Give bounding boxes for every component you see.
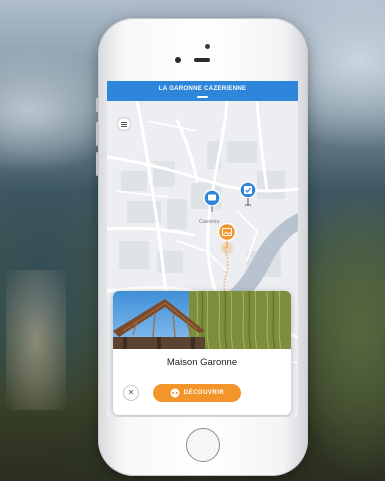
menu-button[interactable] bbox=[117, 117, 131, 131]
earpiece-speaker bbox=[194, 58, 210, 62]
phone-frame: LA GARONNE CAZERIENNE Cazères Maison Gar… bbox=[96, 18, 308, 476]
chat-marker-icon[interactable] bbox=[203, 189, 221, 213]
front-camera bbox=[175, 57, 181, 63]
discover-button[interactable]: DÉCOUVRIR bbox=[153, 384, 241, 402]
image-marker-icon[interactable] bbox=[217, 223, 237, 257]
place-title: Maison Garonne bbox=[166, 357, 238, 368]
title-underline bbox=[197, 96, 208, 98]
phone-screen: LA GARONNE CAZERIENNE Cazères Maison Gar… bbox=[107, 81, 298, 417]
home-button[interactable] bbox=[186, 428, 220, 462]
check-marker-icon[interactable] bbox=[239, 181, 257, 207]
volume-down-button bbox=[96, 152, 99, 176]
map-place-label: Cazères bbox=[199, 219, 220, 225]
menu-icon bbox=[121, 123, 127, 125]
background-highlight bbox=[6, 270, 66, 410]
discover-label: DÉCOUVRIR bbox=[183, 390, 225, 396]
mute-switch bbox=[96, 98, 99, 112]
close-button[interactable]: ✕ bbox=[123, 385, 139, 401]
app-title: LA GARONNE CAZERIENNE bbox=[158, 85, 247, 92]
place-card[interactable]: Maison Garonne ✕ DÉCOUVRIR bbox=[113, 291, 291, 415]
close-icon: ✕ bbox=[127, 388, 135, 397]
app-header: LA GARONNE CAZERIENNE bbox=[107, 81, 298, 101]
volume-up-button bbox=[96, 122, 99, 146]
place-photo bbox=[113, 291, 291, 349]
proximity-sensor bbox=[205, 44, 210, 49]
eye-icon bbox=[170, 388, 180, 398]
